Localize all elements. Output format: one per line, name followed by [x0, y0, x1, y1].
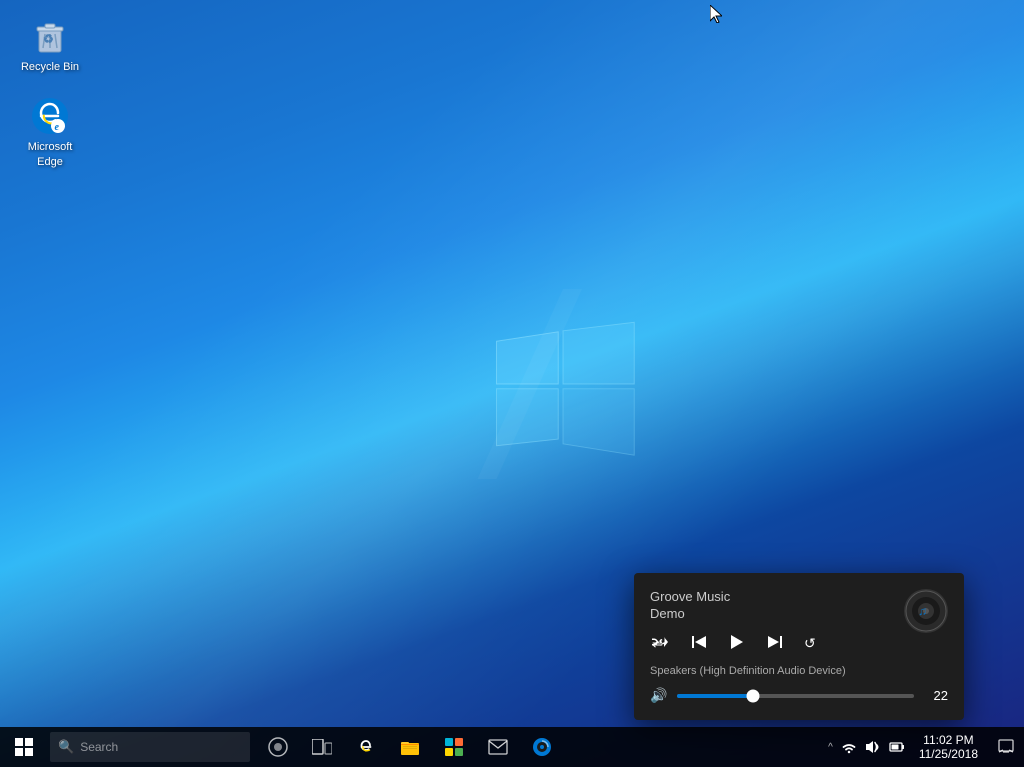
shuffle-button[interactable]: ⇌	[650, 633, 672, 651]
groove-music-button[interactable]	[520, 727, 564, 767]
file-explorer-button[interactable]	[388, 727, 432, 767]
edge-image: e	[30, 96, 70, 136]
battery-icon[interactable]	[885, 727, 909, 767]
cortana-button[interactable]	[256, 727, 300, 767]
task-view-button[interactable]	[300, 727, 344, 767]
clock-date: 11/25/2018	[919, 747, 978, 761]
tray-expand-button[interactable]: ^	[824, 742, 837, 753]
volume-tray-icon[interactable]	[861, 727, 885, 767]
desktop-icons-area: ♻ Recycle Bin e Microsoft	[0, 0, 100, 185]
taskbar-left: 🔍 Search	[0, 727, 252, 767]
taskbar-middle	[252, 727, 824, 767]
recycle-bin-label: Recycle Bin	[21, 60, 79, 74]
mail-button[interactable]	[476, 727, 520, 767]
recycle-bin-icon[interactable]: ♻ Recycle Bin	[10, 10, 90, 80]
desktop: ♻ Recycle Bin e Microsoft	[0, 0, 1024, 767]
media-device-name: Speakers (High Definition Audio Device)	[650, 665, 948, 677]
search-bar[interactable]: 🔍 Search	[50, 732, 250, 762]
svg-text:↺: ↺	[804, 635, 816, 649]
volume-slider-fill	[677, 694, 753, 698]
taskbar-edge-button[interactable]	[344, 727, 388, 767]
volume-value: 22	[924, 688, 948, 703]
start-button[interactable]	[0, 727, 48, 767]
media-controls: ⇌	[650, 633, 948, 651]
svg-text:⇌: ⇌	[652, 636, 663, 649]
svg-text:♻: ♻	[43, 32, 54, 46]
clock-area[interactable]: 11:02 PM 11/25/2018	[909, 727, 988, 767]
action-center-button[interactable]	[988, 727, 1024, 767]
svg-text:♫: ♫	[918, 604, 927, 618]
volume-slider-thumb	[747, 689, 760, 702]
windows-logo	[468, 286, 658, 481]
taskbar-right: ^	[824, 727, 1024, 767]
svg-text:e: e	[55, 122, 60, 133]
volume-row: 🔊 22	[650, 687, 948, 704]
edge-label: Microsoft Edge	[14, 140, 86, 169]
clock-time: 11:02 PM	[923, 733, 973, 747]
play-button[interactable]	[728, 633, 746, 651]
volume-slider-track[interactable]	[677, 694, 914, 698]
album-art: ♫	[904, 589, 948, 633]
volume-icon: 🔊	[650, 687, 667, 704]
media-popup: ♫ Groove Music Demo ⇌	[634, 573, 964, 720]
microsoft-edge-icon[interactable]: e Microsoft Edge	[10, 90, 90, 175]
mouse-cursor	[710, 5, 722, 23]
search-placeholder: Search	[80, 740, 118, 754]
search-icon: 🔍	[58, 739, 74, 755]
taskbar: 🔍 Search	[0, 727, 1024, 767]
next-button[interactable]	[764, 633, 784, 651]
previous-button[interactable]	[690, 633, 710, 651]
repeat-button[interactable]: ↺	[802, 633, 824, 651]
recycle-bin-image: ♻	[30, 16, 70, 56]
store-button[interactable]	[432, 727, 476, 767]
network-icon[interactable]	[837, 727, 861, 767]
